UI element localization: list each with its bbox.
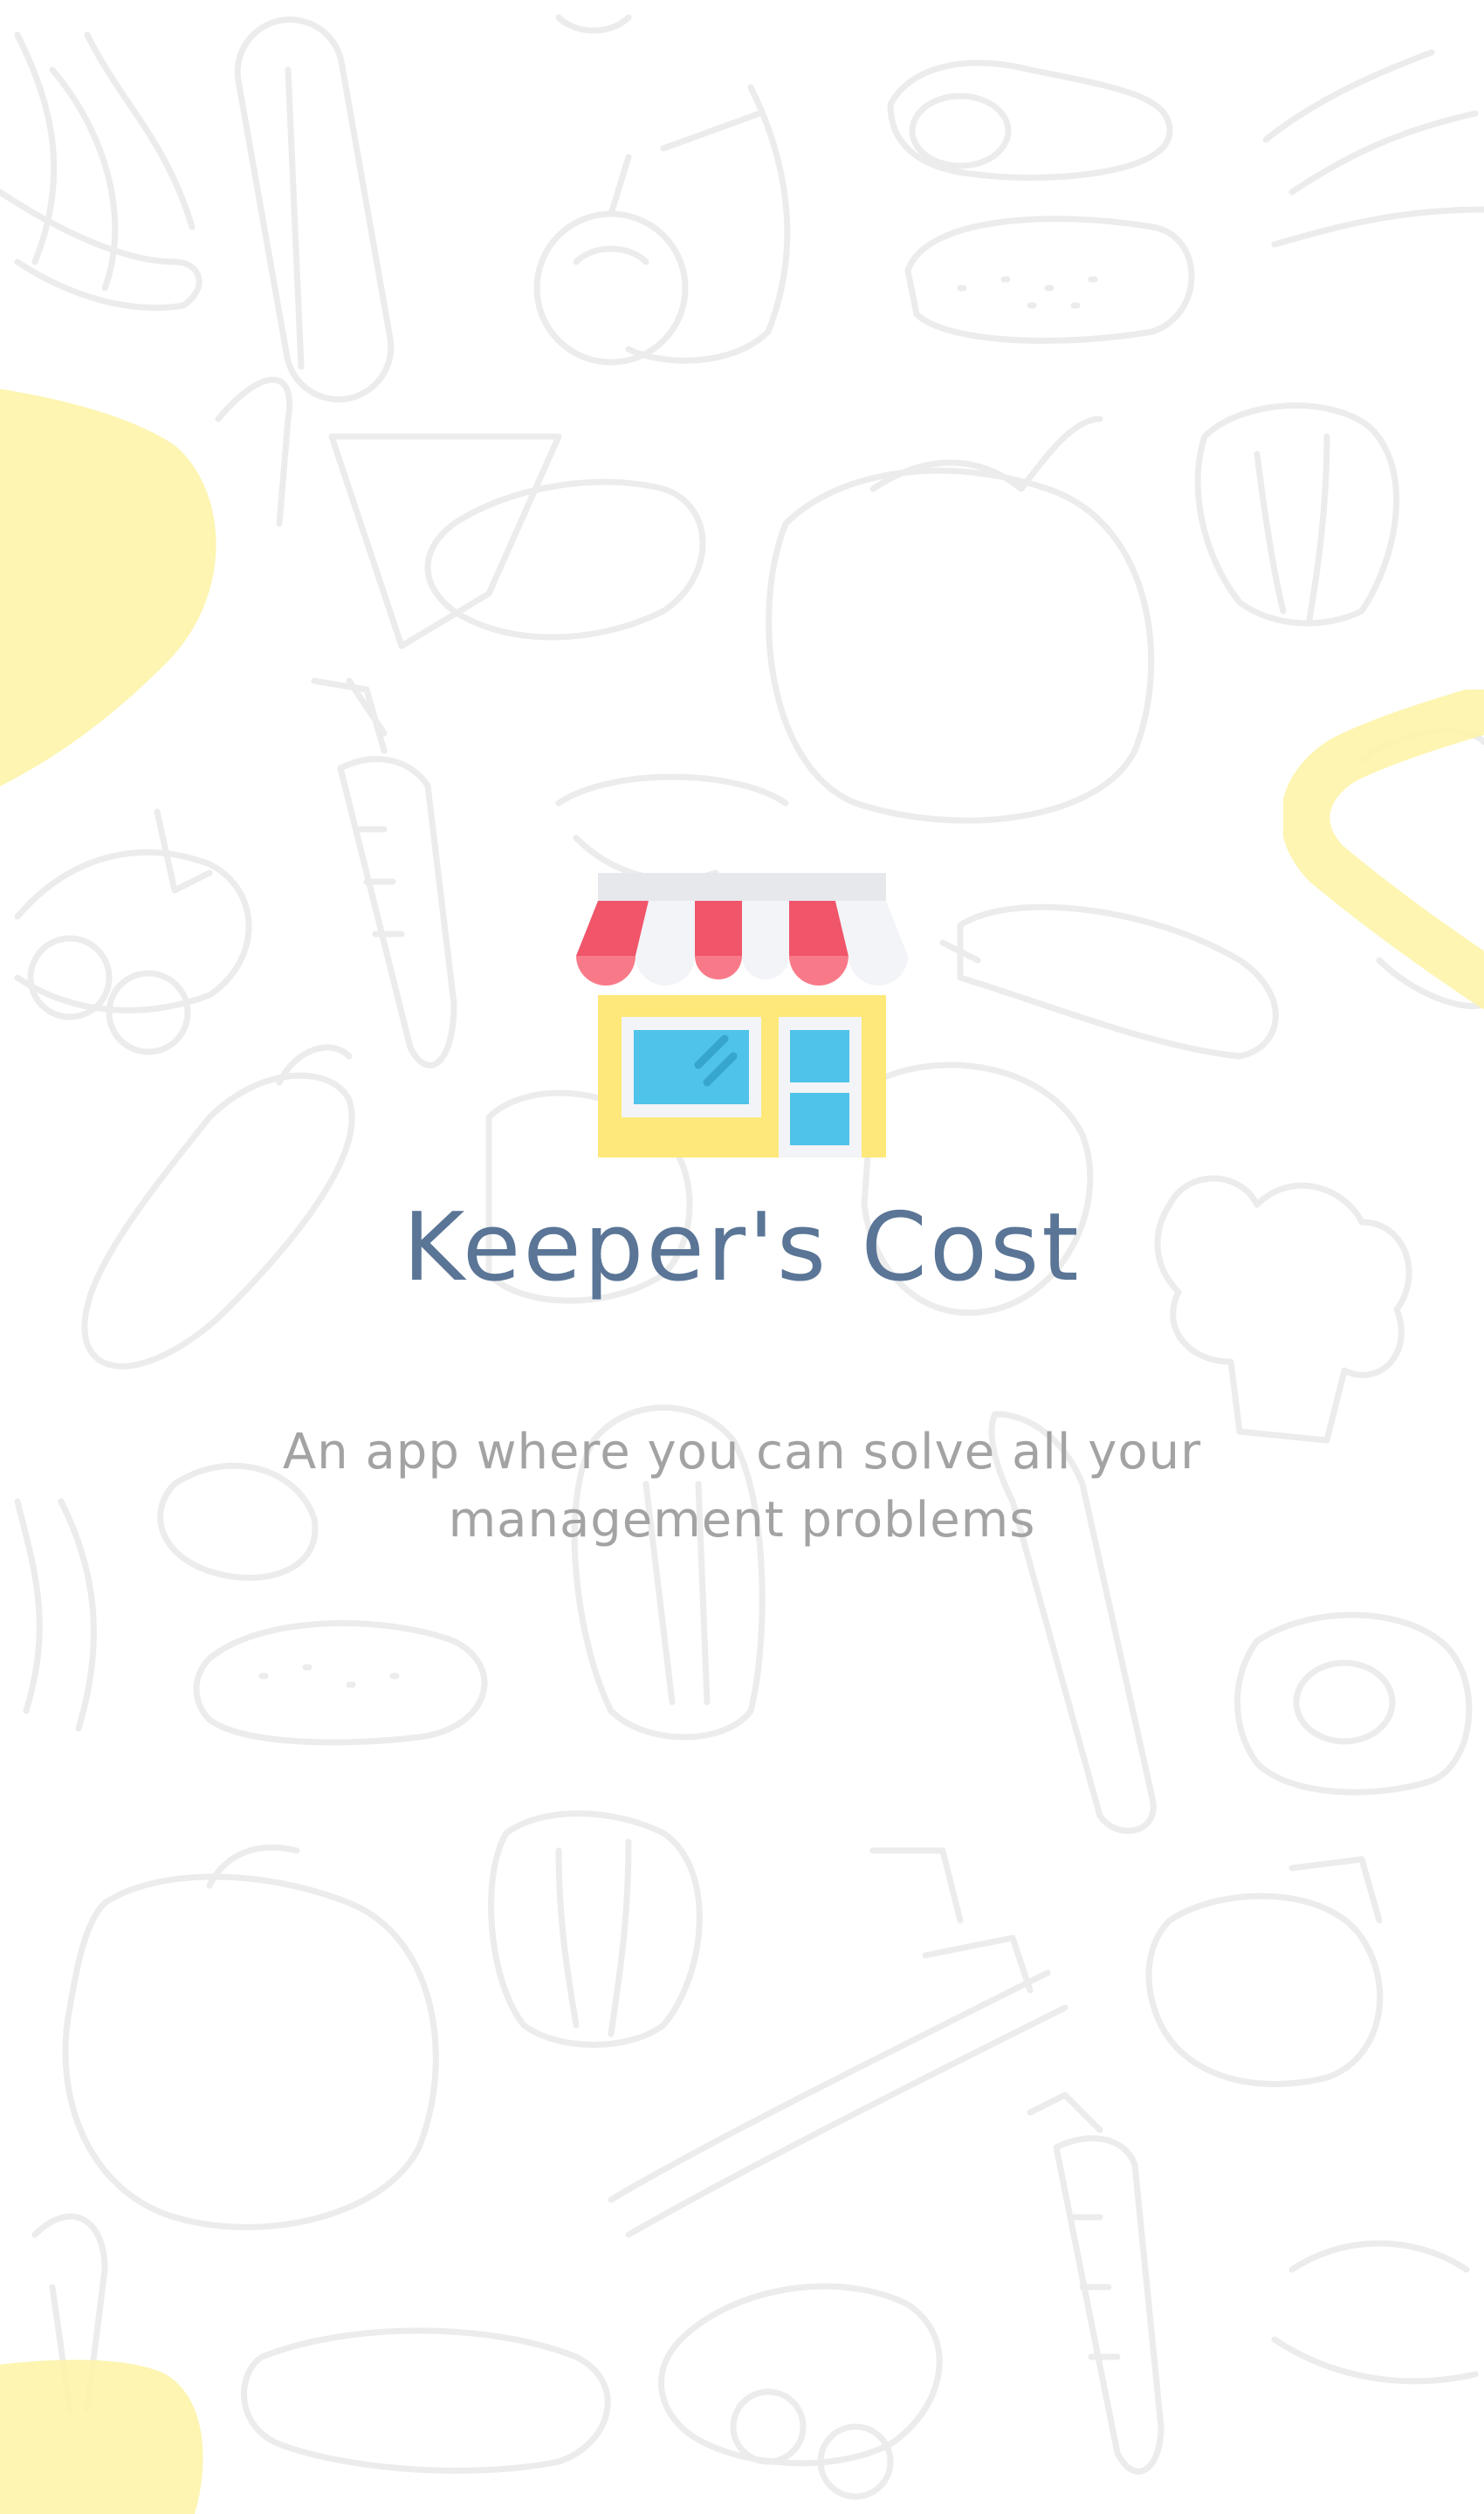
- store-icon: [576, 873, 908, 1157]
- splash-screen: Keeper's Cost An app where you can solve…: [0, 0, 1484, 2514]
- decor-blob-right: [1283, 690, 1484, 1009]
- decor-blob-left: [0, 388, 216, 786]
- app-title: Keeper's Cost: [402, 1193, 1082, 1302]
- app-tagline: An app where you can solve all your mana…: [282, 1424, 1202, 1549]
- decor-blob-bottom-left: [0, 2359, 203, 2514]
